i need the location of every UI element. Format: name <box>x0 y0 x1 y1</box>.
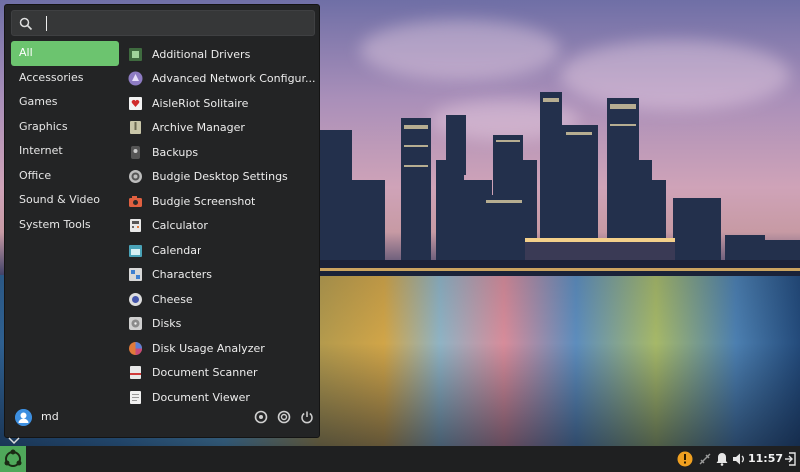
app-label: Advanced Network Configur... <box>152 72 316 86</box>
characters-icon <box>129 268 142 282</box>
app-item-disks[interactable]: Disks <box>126 312 316 337</box>
app-item-budgie-settings[interactable]: Budgie Desktop Settings <box>126 165 316 190</box>
app-label: Calculator <box>152 219 208 233</box>
document-icon <box>130 390 141 404</box>
app-item-additional-drivers[interactable]: Additional Drivers <box>126 42 316 67</box>
disk-icon <box>129 317 142 331</box>
app-item-aisleriot[interactable]: AisleRiot Solitaire <box>126 91 316 116</box>
cards-icon <box>129 96 142 110</box>
category-games[interactable]: Games <box>11 90 119 115</box>
app-label: Additional Drivers <box>152 47 251 61</box>
menu-footer: md <box>11 407 313 429</box>
category-graphics[interactable]: Graphics <box>11 115 119 140</box>
search-box[interactable] <box>11 10 315 36</box>
user-name[interactable]: md <box>41 410 59 423</box>
logout-icon[interactable] <box>784 452 796 466</box>
scanner-icon <box>130 366 141 380</box>
clock[interactable]: 11:57 <box>748 452 783 465</box>
calculator-icon <box>130 219 141 233</box>
avatar[interactable] <box>15 409 32 426</box>
app-item-archive-manager[interactable]: Archive Manager <box>126 116 316 141</box>
calendar-icon <box>129 244 142 257</box>
app-label: Disks <box>152 317 182 331</box>
app-label: Budgie Screenshot <box>152 194 256 208</box>
text-cursor <box>46 16 47 31</box>
network-icon <box>128 71 143 86</box>
app-item-disk-usage-analyzer[interactable]: Disk Usage Analyzer <box>126 336 316 361</box>
app-list: Additional Drivers Advanced Network Conf… <box>126 42 316 410</box>
taskbar: 11:57 <box>0 446 800 472</box>
camera-icon <box>129 195 142 207</box>
category-list: All Accessories Games Graphics Internet … <box>11 41 119 237</box>
app-label: Document Viewer <box>152 390 250 404</box>
menu-launcher-button[interactable] <box>0 446 26 472</box>
pie-chart-icon <box>129 341 142 355</box>
app-label: Document Scanner <box>152 366 258 380</box>
app-item-calendar[interactable]: Calendar <box>126 238 316 263</box>
app-item-document-viewer[interactable]: Document Viewer <box>126 385 316 410</box>
chip-icon <box>129 47 142 61</box>
app-item-cheese[interactable]: Cheese <box>126 287 316 312</box>
settings-icon <box>129 170 142 184</box>
volume-icon[interactable] <box>732 452 746 466</box>
app-label: Calendar <box>152 243 202 257</box>
network-disconnected-icon[interactable] <box>698 452 712 466</box>
category-accessories[interactable]: Accessories <box>11 66 119 91</box>
warning-icon[interactable] <box>677 451 693 467</box>
app-label: AisleRiot Solitaire <box>152 96 249 110</box>
webcam-icon <box>129 292 142 306</box>
app-item-backups[interactable]: Backups <box>126 140 316 165</box>
app-label: Characters <box>152 268 213 282</box>
search-input[interactable] <box>38 13 308 33</box>
settings-icon[interactable] <box>254 410 268 424</box>
app-label: Backups <box>152 145 199 159</box>
search-icon <box>19 17 33 31</box>
category-all[interactable]: All <box>11 41 119 66</box>
category-sound-video[interactable]: Sound & Video <box>11 188 119 213</box>
app-label: Archive Manager <box>152 121 245 135</box>
backup-icon <box>131 145 140 159</box>
app-menu: All Accessories Games Graphics Internet … <box>4 4 320 438</box>
power-icon[interactable] <box>300 410 314 424</box>
app-item-budgie-screenshot[interactable]: Budgie Screenshot <box>126 189 316 214</box>
archive-icon <box>130 121 141 135</box>
bell-icon[interactable] <box>716 452 728 466</box>
app-item-document-scanner[interactable]: Document Scanner <box>126 361 316 386</box>
app-label: Disk Usage Analyzer <box>152 341 265 355</box>
app-label: Budgie Desktop Settings <box>152 170 288 184</box>
category-office[interactable]: Office <box>11 164 119 189</box>
category-internet[interactable]: Internet <box>11 139 119 164</box>
app-item-calculator[interactable]: Calculator <box>126 214 316 239</box>
chevron-down-icon <box>8 437 20 445</box>
lock-icon[interactable] <box>277 410 291 424</box>
app-item-advanced-network[interactable]: Advanced Network Configur... <box>126 67 316 92</box>
budgie-logo-icon <box>4 449 22 467</box>
app-item-characters[interactable]: Characters <box>126 263 316 288</box>
category-system-tools[interactable]: System Tools <box>11 213 119 238</box>
app-label: Cheese <box>152 292 193 306</box>
